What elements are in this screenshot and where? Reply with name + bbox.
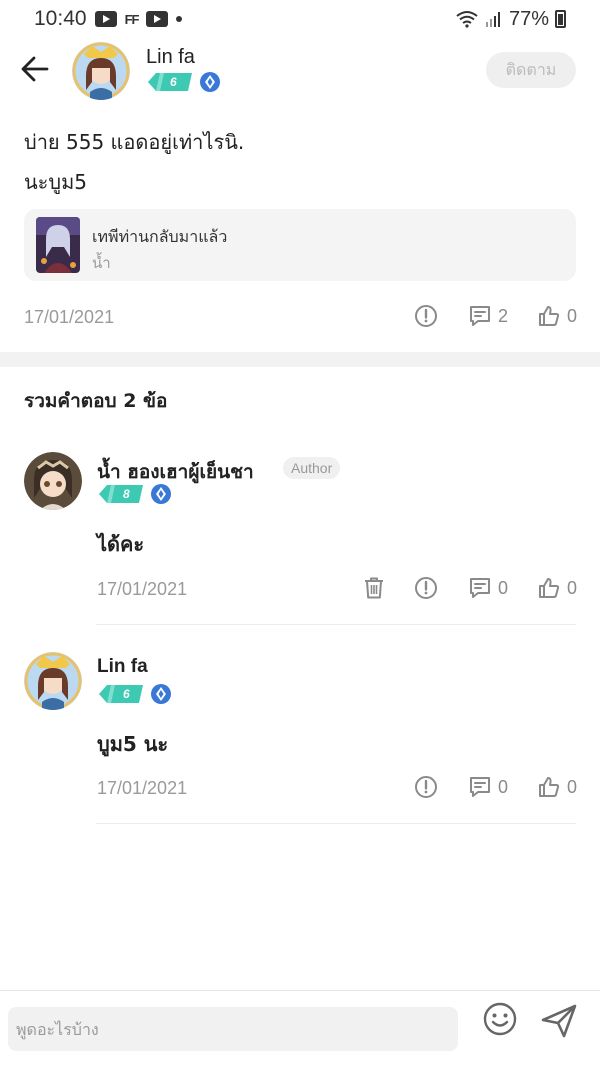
report-button[interactable] <box>414 775 438 799</box>
like-button[interactable]: 0 <box>537 775 577 799</box>
comment-input[interactable] <box>8 1007 458 1051</box>
trash-icon <box>365 577 383 599</box>
send-icon <box>541 1004 577 1038</box>
report-button[interactable] <box>414 576 438 600</box>
book-card[interactable]: เทพีท่านกลับมาแล้ว น้ำ <box>24 209 576 281</box>
youtube-icon <box>94 11 117 27</box>
comment-input-bar <box>0 990 600 1067</box>
avatar[interactable] <box>24 652 82 710</box>
post-text-line1: บ่าย 555 แอดอยู่เท่าไรนิ. <box>24 130 245 154</box>
report-icon <box>415 577 437 599</box>
reply-level-row: 6 <box>99 684 171 704</box>
reply-date: 17/01/2021 <box>97 579 188 599</box>
comment-icon <box>470 777 490 797</box>
header-level-row: 6 <box>148 72 220 92</box>
comment-icon <box>470 578 490 598</box>
like-button[interactable]: 0 <box>537 576 577 600</box>
level-number: 6 <box>123 687 130 701</box>
level-number: 8 <box>123 487 130 501</box>
gem-icon <box>151 684 171 704</box>
header-user-name[interactable]: Lin fa <box>146 46 195 69</box>
emoji-icon <box>483 1002 517 1036</box>
replies-title: รวมคำตอบ 2 ข้อ <box>24 390 168 412</box>
reply-text: ได้คะ <box>97 532 145 556</box>
like-icon <box>539 306 560 326</box>
author-tag: Author <box>283 457 341 479</box>
comment-button[interactable]: 0 <box>468 576 508 600</box>
avatar[interactable] <box>72 42 130 100</box>
youtube-icon <box>146 11 169 27</box>
comment-count: 0 <box>498 577 509 598</box>
reply-level-row: 8 <box>99 484 171 504</box>
level-badge: 6 <box>148 73 192 91</box>
reply-user-name[interactable]: น้ำ ฮองเฮาผู้เย็นชา <box>97 457 254 487</box>
back-arrow-icon <box>21 56 49 82</box>
ff-icon: FF <box>124 11 140 27</box>
book-title: เทพีท่านกลับมาแล้ว <box>92 227 228 246</box>
signal-icon <box>485 12 500 27</box>
like-count: 0 <box>567 776 578 797</box>
gem-icon <box>151 484 171 504</box>
battery-icon <box>555 10 566 28</box>
section-divider <box>0 352 600 367</box>
back-button[interactable] <box>16 50 54 88</box>
level-number: 6 <box>170 75 177 89</box>
level-badge: 6 <box>99 685 143 703</box>
wifi-icon <box>456 11 478 28</box>
comment-button[interactable]: 2 <box>468 304 508 328</box>
gem-icon <box>200 72 220 92</box>
report-button[interactable] <box>414 304 438 328</box>
comment-button[interactable]: 0 <box>468 775 508 799</box>
follow-button[interactable]: ติดตาม <box>486 52 576 88</box>
book-author: น้ำ <box>92 254 111 272</box>
like-button[interactable]: 0 <box>537 304 577 328</box>
row-divider <box>96 823 576 824</box>
row-divider <box>96 624 576 625</box>
battery-percent: 77% <box>508 7 549 30</box>
send-button[interactable] <box>540 1003 578 1039</box>
header: Lin fa 6 ติดตาม <box>0 38 600 104</box>
notification-dot-icon <box>176 16 183 22</box>
avatar[interactable] <box>24 452 82 510</box>
status-bar: 10:40 FF 77% <box>0 0 600 38</box>
level-badge: 8 <box>99 485 143 503</box>
report-icon <box>415 305 437 327</box>
like-icon <box>539 578 560 598</box>
report-icon <box>415 776 437 798</box>
like-count: 0 <box>567 577 578 598</box>
comment-count: 0 <box>498 776 509 797</box>
post-date: 17/01/2021 <box>24 307 115 327</box>
delete-button[interactable] <box>362 576 386 600</box>
like-count: 0 <box>567 305 578 326</box>
status-time: 10:40 <box>34 7 87 30</box>
reply-date: 17/01/2021 <box>97 778 188 798</box>
reply-text: บูม5 นะ <box>97 732 169 756</box>
post-text-line2: นะบูม5 <box>24 170 88 194</box>
book-cover <box>36 217 80 273</box>
comment-icon <box>470 306 490 326</box>
emoji-button[interactable] <box>482 1001 518 1037</box>
reply-user-name[interactable]: Lin fa <box>97 656 148 678</box>
comment-count: 2 <box>498 305 509 326</box>
like-icon <box>539 777 560 797</box>
